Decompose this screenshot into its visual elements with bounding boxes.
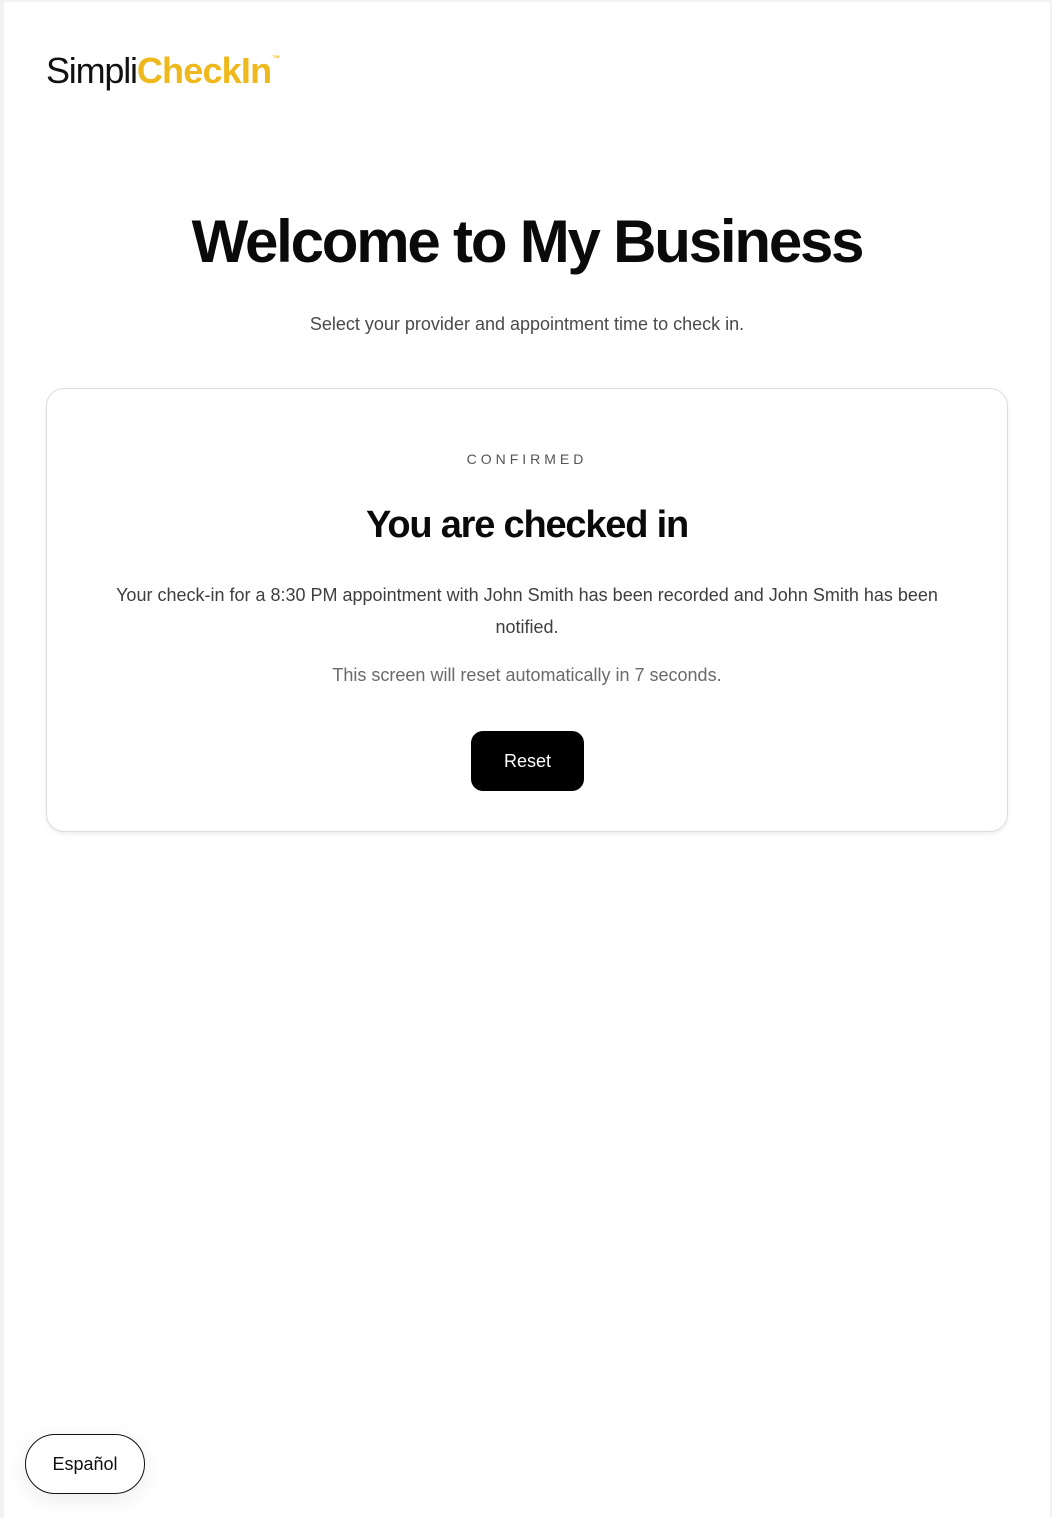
- confirmation-card: CONFIRMED You are checked in Your check-…: [46, 388, 1008, 832]
- confirmation-title: You are checked in: [366, 504, 689, 546]
- confirmation-message: Your check-in for a 8:30 PM appointment …: [116, 585, 938, 637]
- checkin-page: SimpliCheckIn™ Welcome to My Business Se…: [4, 2, 1050, 1518]
- simplicheckin-logo: SimpliCheckIn™: [46, 48, 281, 94]
- page-subtitle: Select your provider and appointment tim…: [309, 314, 745, 334]
- language-toggle-button[interactable]: Español: [25, 1434, 145, 1494]
- status-label: CONFIRMED: [466, 451, 588, 467]
- logo-text-simpli: Simpli: [46, 50, 138, 91]
- reset-countdown-text: This screen will reset automatically in …: [332, 665, 722, 685]
- logo-trademark: ™: [272, 54, 281, 63]
- logo-text-checkin: CheckIn: [136, 50, 272, 91]
- reset-button[interactable]: Reset: [471, 731, 584, 791]
- page-title: Welcome to My Business: [191, 208, 865, 275]
